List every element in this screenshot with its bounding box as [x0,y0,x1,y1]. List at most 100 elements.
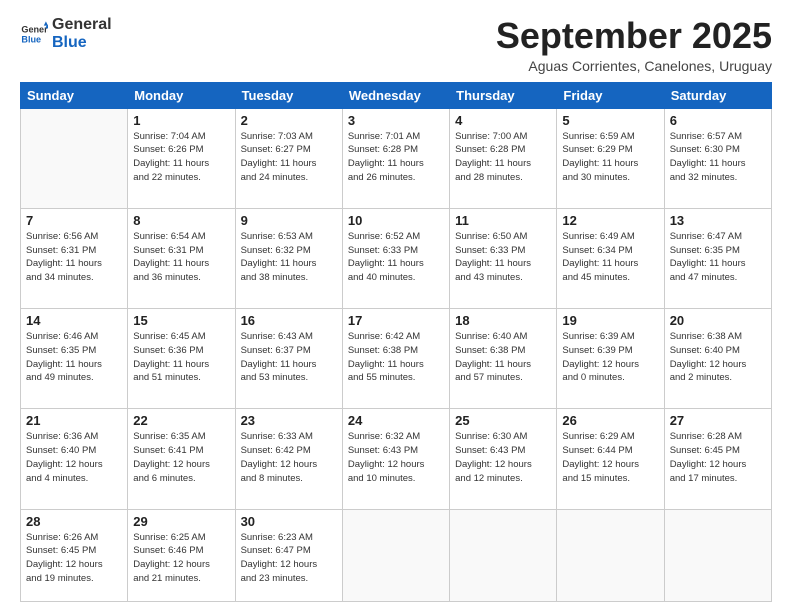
calendar-cell: 2 Sunrise: 7:03 AM Sunset: 6:27 PM Daylig… [235,108,342,208]
calendar-cell: 8 Sunrise: 6:54 AM Sunset: 6:31 PM Daylig… [128,208,235,308]
day-info: Sunrise: 6:25 AM Sunset: 6:46 PM Dayligh… [133,531,229,586]
day-number: 20 [670,313,766,328]
calendar-cell: 6Sunrise: 6:57 AM Sunset: 6:30 PM Daylig… [664,108,771,208]
location-subtitle: Aguas Corrientes, Canelones, Uruguay [496,58,772,74]
day-info: Sunrise: 7:04 AM Sunset: 6:26 PM Dayligh… [133,130,229,185]
calendar-week-row: 14 Sunrise: 6:46 AM Sunset: 6:35 PM Dayli… [21,309,772,409]
calendar-week-row: 28Sunrise: 6:26 AM Sunset: 6:45 PM Dayli… [21,509,772,601]
day-number: 25 [455,413,551,428]
calendar-table: SundayMondayTuesdayWednesdayThursdayFrid… [20,82,772,602]
day-info: Sunrise: 6:57 AM Sunset: 6:30 PM Dayligh… [670,130,766,185]
day-info: Sunrise: 6:46 AM Sunset: 6:35 PM Dayligh… [26,330,122,385]
calendar-cell: 21 Sunrise: 6:36 AM Sunset: 6:40 PM Dayli… [21,409,128,509]
day-number: 12 [562,213,658,228]
logo-blue: Blue [52,34,112,52]
day-info: Sunrise: 6:36 AM Sunset: 6:40 PM Dayligh… [26,430,122,485]
calendar-cell: 1 Sunrise: 7:04 AM Sunset: 6:26 PM Daylig… [128,108,235,208]
day-number: 11 [455,213,551,228]
calendar-cell: 20 Sunrise: 6:38 AM Sunset: 6:40 PM Dayli… [664,309,771,409]
day-info: Sunrise: 6:52 AM Sunset: 6:33 PM Dayligh… [348,230,444,285]
day-number: 19 [562,313,658,328]
calendar-cell [450,509,557,601]
day-info: Sunrise: 6:26 AM Sunset: 6:45 PM Dayligh… [26,531,122,586]
calendar-cell: 14 Sunrise: 6:46 AM Sunset: 6:35 PM Dayli… [21,309,128,409]
day-number: 2 [241,113,337,128]
calendar-cell: 27 Sunrise: 6:28 AM Sunset: 6:45 PM Dayli… [664,409,771,509]
calendar-week-row: 1 Sunrise: 7:04 AM Sunset: 6:26 PM Daylig… [21,108,772,208]
day-number: 23 [241,413,337,428]
day-info: Sunrise: 6:56 AM Sunset: 6:31 PM Dayligh… [26,230,122,285]
logo-general: General [52,16,112,34]
calendar-cell: 22Sunrise: 6:35 AM Sunset: 6:41 PM Dayli… [128,409,235,509]
calendar-cell: 28Sunrise: 6:26 AM Sunset: 6:45 PM Dayli… [21,509,128,601]
day-info: Sunrise: 7:01 AM Sunset: 6:28 PM Dayligh… [348,130,444,185]
day-number: 15 [133,313,229,328]
day-info: Sunrise: 6:54 AM Sunset: 6:31 PM Dayligh… [133,230,229,285]
day-info: Sunrise: 6:33 AM Sunset: 6:42 PM Dayligh… [241,430,337,485]
day-number: 29 [133,514,229,529]
day-info: Sunrise: 6:32 AM Sunset: 6:43 PM Dayligh… [348,430,444,485]
calendar-cell: 9Sunrise: 6:53 AM Sunset: 6:32 PM Daylig… [235,208,342,308]
day-info: Sunrise: 6:59 AM Sunset: 6:29 PM Dayligh… [562,130,658,185]
day-info: Sunrise: 6:23 AM Sunset: 6:47 PM Dayligh… [241,531,337,586]
calendar-cell: 18Sunrise: 6:40 AM Sunset: 6:38 PM Dayli… [450,309,557,409]
calendar-cell [664,509,771,601]
day-number: 18 [455,313,551,328]
day-number: 7 [26,213,122,228]
page: General Blue General Blue September 2025… [0,0,792,612]
day-info: Sunrise: 6:38 AM Sunset: 6:40 PM Dayligh… [670,330,766,385]
day-header-tuesday: Tuesday [235,82,342,108]
day-info: Sunrise: 7:00 AM Sunset: 6:28 PM Dayligh… [455,130,551,185]
day-header-saturday: Saturday [664,82,771,108]
day-info: Sunrise: 6:39 AM Sunset: 6:39 PM Dayligh… [562,330,658,385]
calendar-cell: 7 Sunrise: 6:56 AM Sunset: 6:31 PM Daylig… [21,208,128,308]
calendar-cell: 15 Sunrise: 6:45 AM Sunset: 6:36 PM Dayli… [128,309,235,409]
calendar-week-row: 21 Sunrise: 6:36 AM Sunset: 6:40 PM Dayli… [21,409,772,509]
calendar-cell: 30 Sunrise: 6:23 AM Sunset: 6:47 PM Dayli… [235,509,342,601]
calendar-cell: 23 Sunrise: 6:33 AM Sunset: 6:42 PM Dayli… [235,409,342,509]
day-header-sunday: Sunday [21,82,128,108]
day-header-wednesday: Wednesday [342,82,449,108]
day-number: 1 [133,113,229,128]
calendar-cell: 5 Sunrise: 6:59 AM Sunset: 6:29 PM Daylig… [557,108,664,208]
day-number: 5 [562,113,658,128]
day-number: 9 [241,213,337,228]
day-info: Sunrise: 6:43 AM Sunset: 6:37 PM Dayligh… [241,330,337,385]
day-number: 24 [348,413,444,428]
calendar-cell [342,509,449,601]
day-header-thursday: Thursday [450,82,557,108]
day-number: 30 [241,514,337,529]
day-number: 21 [26,413,122,428]
day-info: Sunrise: 7:03 AM Sunset: 6:27 PM Dayligh… [241,130,337,185]
day-number: 8 [133,213,229,228]
calendar-cell: 12Sunrise: 6:49 AM Sunset: 6:34 PM Dayli… [557,208,664,308]
header: General Blue General Blue September 2025… [20,16,772,74]
calendar-week-row: 7 Sunrise: 6:56 AM Sunset: 6:31 PM Daylig… [21,208,772,308]
calendar-cell: 11 Sunrise: 6:50 AM Sunset: 6:33 PM Dayli… [450,208,557,308]
day-info: Sunrise: 6:30 AM Sunset: 6:43 PM Dayligh… [455,430,551,485]
day-number: 14 [26,313,122,328]
day-number: 13 [670,213,766,228]
day-info: Sunrise: 6:28 AM Sunset: 6:45 PM Dayligh… [670,430,766,485]
calendar-cell: 4Sunrise: 7:00 AM Sunset: 6:28 PM Daylig… [450,108,557,208]
day-number: 3 [348,113,444,128]
calendar-cell: 10 Sunrise: 6:52 AM Sunset: 6:33 PM Dayli… [342,208,449,308]
day-number: 17 [348,313,444,328]
day-info: Sunrise: 6:35 AM Sunset: 6:41 PM Dayligh… [133,430,229,485]
day-number: 27 [670,413,766,428]
day-number: 16 [241,313,337,328]
logo: General Blue General Blue [20,16,112,53]
month-title: September 2025 [496,16,772,56]
day-info: Sunrise: 6:29 AM Sunset: 6:44 PM Dayligh… [562,430,658,485]
calendar-cell: 19 Sunrise: 6:39 AM Sunset: 6:39 PM Dayli… [557,309,664,409]
calendar-cell: 16 Sunrise: 6:43 AM Sunset: 6:37 PM Dayli… [235,309,342,409]
day-number: 10 [348,213,444,228]
day-info: Sunrise: 6:50 AM Sunset: 6:33 PM Dayligh… [455,230,551,285]
day-header-friday: Friday [557,82,664,108]
calendar-cell: 24 Sunrise: 6:32 AM Sunset: 6:43 PM Dayli… [342,409,449,509]
calendar-cell: 26Sunrise: 6:29 AM Sunset: 6:44 PM Dayli… [557,409,664,509]
day-info: Sunrise: 6:45 AM Sunset: 6:36 PM Dayligh… [133,330,229,385]
day-info: Sunrise: 6:42 AM Sunset: 6:38 PM Dayligh… [348,330,444,385]
calendar-cell: 13Sunrise: 6:47 AM Sunset: 6:35 PM Dayli… [664,208,771,308]
svg-text:Blue: Blue [21,35,41,45]
